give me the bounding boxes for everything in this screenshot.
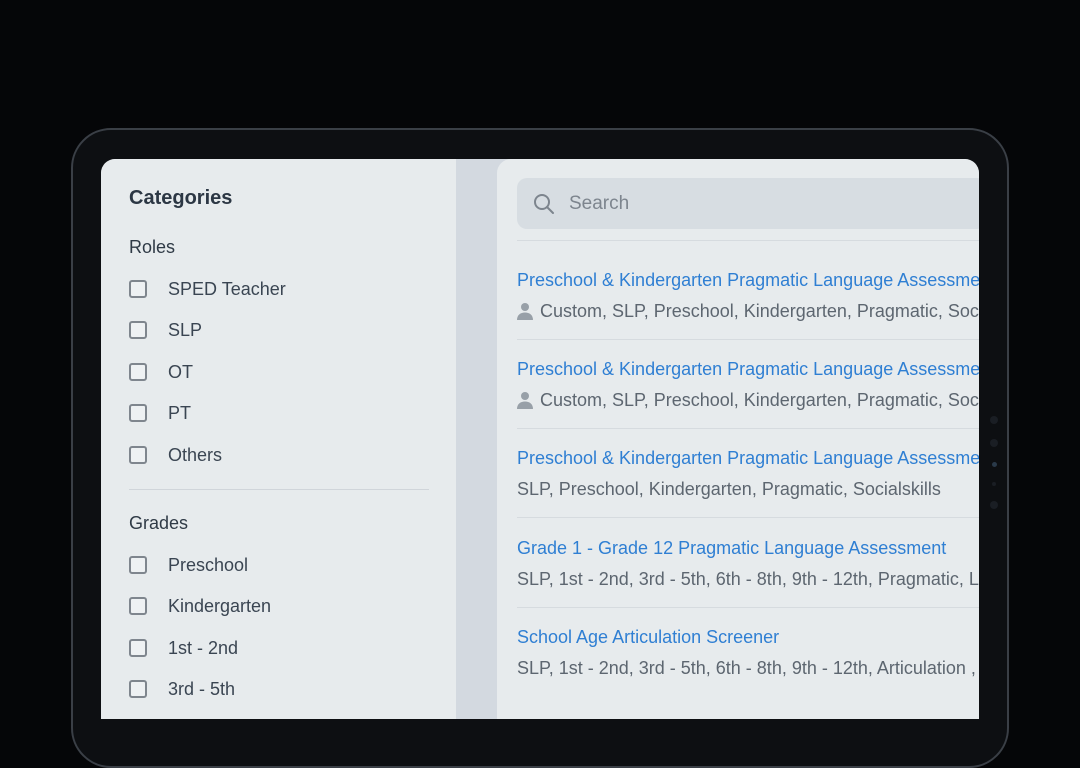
user-icon (517, 303, 533, 320)
results-panel: Search Preschool & Kindergarten Pragmati… (497, 159, 979, 719)
option-label: 1st - 2nd (168, 637, 239, 658)
option-label: Kindergarten (168, 595, 272, 616)
result-item[interactable]: Preschool & Kindergarten Pragmatic Langu… (517, 269, 979, 322)
result-tags-text: Custom, SLP, Preschool, Kindergarten, Pr… (540, 390, 979, 410)
filter-grade-preschool[interactable]: Preschool (129, 553, 248, 577)
option-label: PT (168, 402, 192, 423)
checkbox[interactable] (129, 680, 147, 698)
result-tags: Custom, SLP, Preschool, Kindergarten, Pr… (517, 300, 979, 322)
result-tags: SLP, Preschool, Kindergarten, Pragmatic,… (517, 478, 979, 500)
filter-role-slp[interactable]: SLP (129, 318, 202, 342)
sensor-dot (991, 462, 997, 467)
search-icon (534, 194, 554, 214)
checkbox[interactable] (129, 597, 147, 615)
option-label: Others (168, 444, 223, 465)
result-tags-text: SLP, 1st - 2nd, 3rd - 5th, 6th - 8th, 9t… (517, 569, 979, 589)
option-label: OT (168, 361, 193, 382)
result-title[interactable]: Preschool & Kindergarten Pragmatic Langu… (517, 447, 979, 469)
result-item[interactable]: School Age Articulation Screener SLP, 1s… (517, 626, 979, 679)
result-title[interactable]: Preschool & Kindergarten Pragmatic Langu… (517, 358, 979, 380)
user-icon (517, 392, 533, 409)
filter-role-others[interactable]: Others (129, 443, 222, 467)
result-title[interactable]: Preschool & Kindergarten Pragmatic Langu… (517, 269, 979, 291)
sensor-dot (992, 482, 996, 486)
option-label: 3rd - 5th (168, 678, 236, 699)
checkbox[interactable] (129, 446, 147, 464)
filter-grade-1st-2nd[interactable]: 1st - 2nd (129, 636, 238, 660)
result-title[interactable]: School Age Articulation Screener (517, 626, 979, 648)
divider (517, 428, 979, 429)
divider (517, 240, 979, 241)
result-item[interactable]: Preschool & Kindergarten Pragmatic Langu… (517, 447, 979, 500)
checkbox[interactable] (129, 280, 147, 298)
checkbox[interactable] (129, 404, 147, 422)
filter-sidebar: Categories Roles SPED Teacher SLP OT PT … (101, 159, 456, 719)
filter-grade-3rd-5th[interactable]: 3rd - 5th (129, 677, 235, 701)
filter-role-ot[interactable]: OT (129, 360, 193, 384)
sensor-dot (990, 439, 998, 447)
checkbox[interactable] (129, 363, 147, 381)
result-tags-text: Custom, SLP, Preschool, Kindergarten, Pr… (540, 301, 979, 321)
checkbox[interactable] (129, 556, 147, 574)
camera-sensors (988, 416, 1000, 524)
divider (517, 339, 979, 340)
checkbox[interactable] (129, 321, 147, 339)
result-item[interactable]: Preschool & Kindergarten Pragmatic Langu… (517, 358, 979, 411)
result-title[interactable]: Grade 1 - Grade 12 Pragmatic Language As… (517, 537, 979, 559)
result-tags: Custom, SLP, Preschool, Kindergarten, Pr… (517, 389, 979, 411)
search-input[interactable]: Search (517, 178, 979, 229)
filter-role-sped-teacher[interactable]: SPED Teacher (129, 277, 286, 301)
option-label: SLP (168, 319, 203, 340)
section-divider (129, 489, 429, 490)
grades-title: Grades (129, 513, 189, 533)
search-placeholder: Search (569, 193, 630, 214)
result-tags: SLP, 1st - 2nd, 3rd - 5th, 6th - 8th, 9t… (517, 657, 979, 679)
sensor-dot (990, 501, 998, 509)
tablet-screen: Categories Roles SPED Teacher SLP OT PT … (101, 159, 979, 719)
result-tags-text: SLP, Preschool, Kindergarten, Pragmatic,… (517, 479, 941, 499)
result-item[interactable]: Grade 1 - Grade 12 Pragmatic Language As… (517, 537, 979, 590)
result-tags-text: SLP, 1st - 2nd, 3rd - 5th, 6th - 8th, 9t… (517, 658, 979, 678)
categories-heading: Categories (129, 187, 233, 209)
option-label: SPED Teacher (168, 278, 286, 299)
sensor-dot (990, 416, 998, 424)
option-label: Preschool (168, 554, 249, 575)
roles-title: Roles (129, 237, 176, 257)
divider (517, 517, 979, 518)
checkbox[interactable] (129, 639, 147, 657)
divider (517, 607, 979, 608)
result-tags: SLP, 1st - 2nd, 3rd - 5th, 6th - 8th, 9t… (517, 568, 979, 590)
filter-role-pt[interactable]: PT (129, 401, 191, 425)
filter-grade-kindergarten[interactable]: Kindergarten (129, 594, 271, 618)
